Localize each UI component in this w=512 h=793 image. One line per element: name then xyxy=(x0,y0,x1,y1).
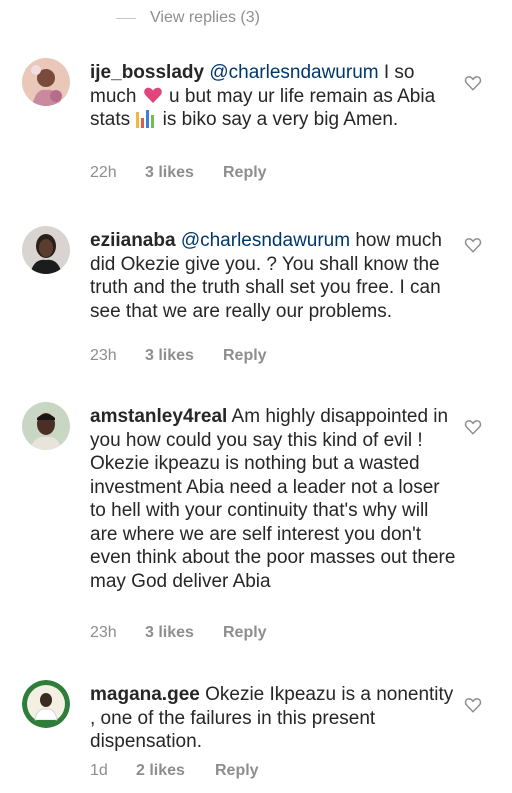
comment-text: magana.gee Okezie Ikpeazu is a nonentity… xyxy=(90,683,460,754)
comment-username[interactable]: ije_bosslady xyxy=(90,62,204,83)
like-heart-icon[interactable] xyxy=(464,696,482,714)
view-replies-link[interactable]: View replies (3) xyxy=(150,9,260,27)
avatar[interactable] xyxy=(22,402,70,450)
comment-text: ije_bosslady @charlesndawurum I so much … xyxy=(90,61,460,132)
reply-button[interactable]: Reply xyxy=(223,164,267,182)
avatar[interactable] xyxy=(22,226,70,274)
comment-time: 22h xyxy=(90,164,117,181)
likes-count[interactable]: 2 likes xyxy=(136,762,185,780)
view-replies-row[interactable]: View replies (3) xyxy=(0,0,512,36)
comment-text-part: Am highly disappointed in you how could … xyxy=(90,406,456,592)
comment-mention[interactable]: @charlesndawurum xyxy=(181,230,350,251)
comment-text: eziianaba @charlesndawurum how much did … xyxy=(90,229,460,323)
like-heart-icon[interactable] xyxy=(464,418,482,436)
comment-text-part: is biko say a very big Amen. xyxy=(157,109,399,130)
bar-chart-icon xyxy=(135,108,157,128)
comment-time: 23h xyxy=(90,347,117,364)
avatar[interactable] xyxy=(22,680,70,728)
reply-button[interactable]: Reply xyxy=(215,762,259,780)
likes-count[interactable]: 3 likes xyxy=(145,164,194,182)
comment-username[interactable]: eziianaba xyxy=(90,230,176,251)
heart-icon xyxy=(142,85,164,109)
comment-mention[interactable]: @charlesndawurum xyxy=(209,62,378,83)
comment-time: 1d xyxy=(90,762,108,779)
like-heart-icon[interactable] xyxy=(464,74,482,92)
comment-text: amstanley4real Am highly disappointed in… xyxy=(90,405,460,593)
comment-username[interactable]: amstanley4real xyxy=(90,406,227,427)
likes-count[interactable]: 3 likes xyxy=(145,347,194,365)
like-heart-icon[interactable] xyxy=(464,236,482,254)
reply-button[interactable]: Reply xyxy=(223,624,267,642)
comment-username[interactable]: magana.gee xyxy=(90,684,200,705)
avatar[interactable] xyxy=(22,58,70,106)
likes-count[interactable]: 3 likes xyxy=(145,624,194,642)
reply-button[interactable]: Reply xyxy=(223,347,267,365)
reply-thread-line xyxy=(116,18,136,19)
comment-time: 23h xyxy=(90,624,117,641)
